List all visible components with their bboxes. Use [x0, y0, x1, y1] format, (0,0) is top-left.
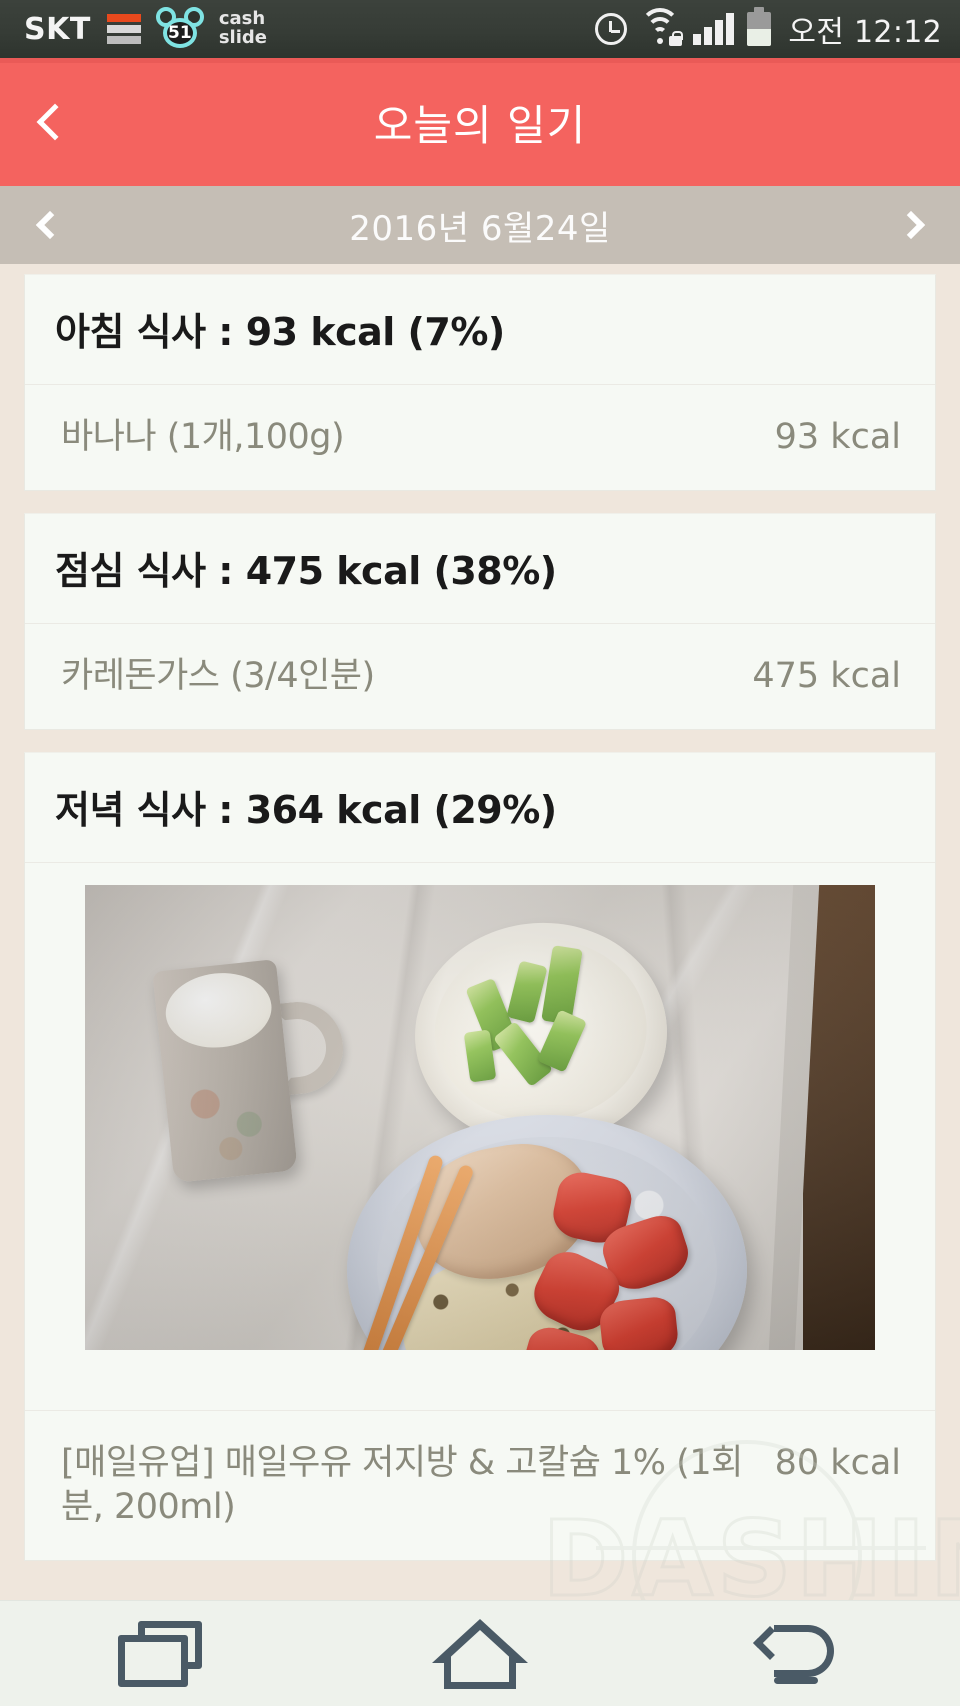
- home-icon: [432, 1618, 528, 1689]
- recents-button[interactable]: [60, 1601, 260, 1706]
- date-selector-bar: 2016년 6월24일: [0, 186, 960, 264]
- food-name: [매일유업] 매일우유 저지방 & 고칼슘 1% (1회분, 200ml): [61, 1442, 743, 1528]
- meal-header: 점심 식사 : 475 kcal (38%): [25, 514, 935, 624]
- photo-vignette: [85, 884, 875, 1350]
- meal-photo[interactable]: [85, 884, 875, 1350]
- status-bar-left: SKT 51 cash slide: [24, 7, 595, 49]
- food-calories: 475 kcal: [752, 655, 901, 696]
- back-nav-button[interactable]: [700, 1601, 900, 1706]
- wifi-locked-icon: [640, 8, 684, 46]
- chevron-left-icon: [36, 103, 74, 141]
- phone-screen: SKT 51 cash slide 오전 12:12 오늘의 일기 2016년 …: [0, 0, 960, 1706]
- cashslide-line1: cash: [218, 8, 266, 30]
- meal-header: 저녁 식사 : 364 kcal (29%): [25, 753, 935, 863]
- current-date-label[interactable]: 2016년 6월24일: [349, 201, 611, 250]
- status-bar-right: 오전 12:12: [595, 7, 942, 51]
- back-arrow-icon: [750, 1619, 850, 1689]
- food-calories: 80 kcal: [774, 1442, 901, 1483]
- home-button[interactable]: [380, 1601, 580, 1706]
- android-navigation-bar: [0, 1600, 960, 1706]
- meal-card-lunch[interactable]: 점심 식사 : 475 kcal (38%) 카레돈가스 (3/4인분) 475…: [24, 512, 936, 730]
- food-item-row[interactable]: [매일유업] 매일우유 저지방 & 고칼슘 1% (1회분, 200ml) 80…: [25, 1409, 935, 1561]
- food-item-row[interactable]: 카레돈가스 (3/4인분) 475 kcal: [25, 624, 935, 729]
- food-calories: 93 kcal: [774, 417, 901, 457]
- cashslide-badge: 51: [162, 18, 197, 48]
- chevron-left-icon: [35, 210, 64, 240]
- signal-bars-icon: [106, 14, 141, 44]
- food-name: 카레돈가스 (3/4인분): [61, 655, 375, 696]
- mouse-head-icon: 51: [155, 7, 204, 49]
- cellular-signal-icon: [693, 13, 735, 45]
- carrier-label: SKT: [24, 11, 91, 47]
- alarm-clock-icon: [595, 13, 628, 45]
- chevron-right-icon: [896, 210, 925, 240]
- previous-day-button[interactable]: [0, 186, 92, 264]
- cashslide-line2: slide: [218, 27, 267, 48]
- status-bar: SKT 51 cash slide 오전 12:12: [0, 0, 960, 58]
- battery-icon: [747, 7, 772, 46]
- recents-icon: [118, 1620, 202, 1687]
- meal-card-breakfast[interactable]: 아침 식사 : 93 kcal (7%) 바나나 (1개,100g) 93 kc…: [24, 274, 936, 491]
- meal-photo-container[interactable]: [25, 863, 935, 1410]
- page-title: 오늘의 일기: [373, 100, 587, 150]
- cashslide-label: cash slide: [218, 8, 267, 48]
- diary-list[interactable]: 아침 식사 : 93 kcal (7%) 바나나 (1개,100g) 93 kc…: [0, 264, 960, 1706]
- food-name: 바나나 (1개,100g): [61, 417, 345, 457]
- food-item-row[interactable]: 바나나 (1개,100g) 93 kcal: [25, 385, 935, 490]
- status-clock: 오전 12:12: [788, 15, 942, 50]
- back-button[interactable]: [22, 89, 80, 155]
- meal-header: 아침 식사 : 93 kcal (7%): [25, 275, 935, 385]
- meal-card-dinner[interactable]: 저녁 식사 : 364 kcal (29%) [매일유업] 매일우유 저지방 &…: [24, 751, 936, 1562]
- app-header: 오늘의 일기: [0, 58, 960, 186]
- next-day-button[interactable]: [868, 186, 960, 264]
